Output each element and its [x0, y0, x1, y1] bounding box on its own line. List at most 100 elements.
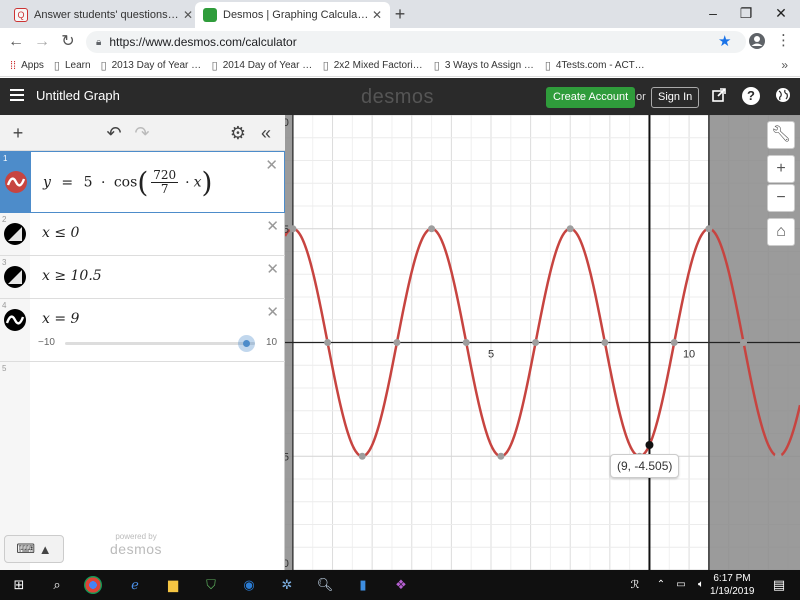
- bookmark-4tests[interactable]: ▯ 4Tests.com - ACT Exa: [545, 59, 646, 72]
- bookmark-2013[interactable]: ▯ 2013 Day of Year Cal: [101, 59, 202, 72]
- profile-avatar-icon[interactable]: [748, 32, 766, 50]
- curve-color-icon[interactable]: [5, 171, 27, 193]
- expression-math[interactable]: x ≤ 0: [42, 225, 79, 241]
- zoom-in-button[interactable]: +: [767, 155, 795, 183]
- desmos-header: Untitled Graph desmos Create Account or …: [0, 78, 800, 115]
- settings-gear-icon[interactable]: ⚙: [228, 123, 248, 144]
- math-dot: ·: [185, 174, 190, 191]
- expression-row[interactable]: 3 x ≥ 10.5 ✕: [0, 256, 285, 299]
- graph-paper[interactable]: 0510105-5-10 🔧︎ + − ⌂ (9, -4.505): [285, 115, 800, 570]
- math-dot: ·: [100, 174, 106, 191]
- windows-taskbar: ⊞ ⌕ ℯ ▆ ⛉ ◉ ✲ 🔍︎ ▮ ❖ ℛ ⌃ ▭ 🔈︎ 6:17 PM 1/…: [0, 570, 800, 600]
- share-icon[interactable]: [710, 87, 728, 105]
- windows-start-icon[interactable]: ⊞: [8, 574, 30, 596]
- magnifier-app-icon[interactable]: 🔍︎: [314, 574, 336, 596]
- x-tick-label: 10: [683, 349, 695, 361]
- app-bookmark-icon[interactable]: ▮: [352, 574, 374, 596]
- fraction-numerator: 720: [151, 168, 179, 183]
- home-zoom-icon[interactable]: ⌂: [767, 218, 795, 246]
- redo-icon[interactable]: ↷: [132, 123, 152, 144]
- shade-color-icon[interactable]: [4, 266, 26, 288]
- create-account-button[interactable]: Create Account: [546, 87, 636, 108]
- curve-key-point: [358, 452, 366, 460]
- tab-close-icon[interactable]: ✕: [181, 8, 195, 22]
- graph-settings-wrench-icon[interactable]: 🔧︎: [767, 121, 795, 149]
- keyboard-toggle-button[interactable]: ⌨ ▲: [4, 535, 64, 563]
- browser-tab-answer[interactable]: Q Answer students' questions and l ✕: [6, 2, 201, 28]
- tab-close-icon[interactable]: ✕: [370, 8, 384, 22]
- forward-arrow-icon[interactable]: →: [32, 32, 52, 52]
- bookmark-label: 3 Ways to Assign a D: [444, 60, 535, 71]
- browser-menu-icon[interactable]: ⋮: [776, 31, 791, 49]
- page-icon: ▯: [100, 60, 107, 72]
- minimize-icon[interactable]: –: [700, 3, 726, 23]
- math-lhs: y: [43, 174, 51, 191]
- point-coordinate-label[interactable]: (9, -4.505): [610, 454, 680, 478]
- y-tick-label: -10: [285, 558, 289, 570]
- sign-in-button[interactable]: Sign In: [651, 87, 700, 108]
- expression-toolbar: + ↶ ↷ ⚙ «: [0, 115, 285, 151]
- expression-math[interactable]: x ≥ 10.5: [42, 268, 102, 284]
- restore-icon[interactable]: ❐: [733, 3, 759, 23]
- add-item-icon[interactable]: +: [8, 123, 28, 144]
- delete-expression-icon[interactable]: ✕: [266, 260, 279, 278]
- bookmark-star-icon[interactable]: ★: [718, 32, 731, 50]
- slider-min-label[interactable]: −10: [38, 337, 55, 348]
- x-tick-label: 5: [488, 349, 494, 361]
- expression-row[interactable]: 2 x ≤ 0 ✕: [0, 213, 285, 256]
- bookmark-learn[interactable]: ▯ Learn: [54, 59, 91, 72]
- bookmarks-more-icon[interactable]: »: [781, 58, 788, 72]
- volume-icon[interactable]: 🔈︎: [690, 574, 712, 596]
- reload-icon[interactable]: ↻: [58, 32, 78, 52]
- expression-row[interactable]: 1 y = 5 · cos(720 7 · x) ✕: [0, 151, 285, 213]
- bookmark-2014[interactable]: ▯ 2014 Day of Year Cal: [212, 59, 313, 72]
- delete-expression-icon[interactable]: ✕: [266, 217, 279, 235]
- help-icon[interactable]: ?: [742, 87, 760, 105]
- slider-thumb[interactable]: [237, 335, 255, 352]
- tray-chevron-icon[interactable]: ⌃: [650, 574, 672, 596]
- app-stack-icon[interactable]: ❖: [390, 574, 412, 596]
- people-icon[interactable]: ℛ: [624, 574, 646, 596]
- delete-expression-icon[interactable]: ✕: [265, 156, 278, 174]
- bookmark-2x2[interactable]: ▯ 2x2 Mixed Factorial D: [323, 59, 424, 72]
- page-icon: ▯: [433, 60, 440, 72]
- browser-tab-desmos[interactable]: Desmos | Graphing Calculator ✕: [195, 2, 390, 28]
- clock-date: 1/19/2019: [710, 586, 755, 597]
- collapse-list-icon[interactable]: «: [256, 123, 276, 144]
- bookmark-3ways[interactable]: ▯ 3 Ways to Assign a D: [434, 59, 535, 72]
- slider-track[interactable]: [65, 342, 255, 345]
- hamburger-menu-icon[interactable]: [10, 89, 24, 101]
- bookmark-apps[interactable]: ⁞⁞ Apps: [10, 60, 44, 72]
- battery-icon[interactable]: ▭: [670, 574, 692, 596]
- curve-color-icon[interactable]: [4, 309, 26, 331]
- page-icon: ▯: [544, 60, 551, 72]
- back-arrow-icon[interactable]: ←: [6, 32, 26, 52]
- y-tick-label: 5: [285, 224, 289, 236]
- bookmark-label: 2x2 Mixed Factorial D: [333, 60, 424, 71]
- undo-icon[interactable]: ↶: [104, 123, 124, 144]
- window-close-icon[interactable]: ✕: [768, 3, 794, 23]
- outlook-app-icon[interactable]: ◉: [238, 574, 260, 596]
- search-icon[interactable]: ⌕: [46, 574, 68, 596]
- math-paren-close: ): [201, 166, 213, 199]
- url-field[interactable]: 🔒︎ https://www.desmos.com/calculator: [86, 31, 746, 53]
- shade-color-icon[interactable]: [4, 223, 26, 245]
- globe-icon[interactable]: [774, 87, 792, 105]
- ie-app-icon[interactable]: ℯ: [124, 574, 146, 596]
- new-tab-button[interactable]: +: [390, 4, 410, 25]
- zoom-out-button[interactable]: −: [767, 184, 795, 212]
- app-shield-icon[interactable]: ⛉: [200, 574, 222, 596]
- app-gear-icon[interactable]: ✲: [276, 574, 298, 596]
- expression-math[interactable]: y = 5 · cos(720 7 · x): [43, 166, 212, 199]
- expression-row[interactable]: 4 x = 9 ✕ −10 10: [0, 299, 285, 362]
- graph-canvas[interactable]: 0510105-5-10: [285, 115, 800, 570]
- chrome-app-icon[interactable]: [84, 576, 102, 594]
- delete-expression-icon[interactable]: ✕: [266, 303, 279, 321]
- notification-center-icon[interactable]: ▤: [768, 574, 790, 596]
- expression-math[interactable]: x = 9: [42, 311, 79, 327]
- slider-max-label[interactable]: 10: [266, 337, 277, 348]
- file-explorer-icon[interactable]: ▆: [162, 574, 184, 596]
- lock-icon: 🔒︎: [96, 36, 102, 48]
- graph-title[interactable]: Untitled Graph: [36, 88, 120, 103]
- tray-clock[interactable]: 6:17 PM 1/19/2019: [710, 572, 755, 598]
